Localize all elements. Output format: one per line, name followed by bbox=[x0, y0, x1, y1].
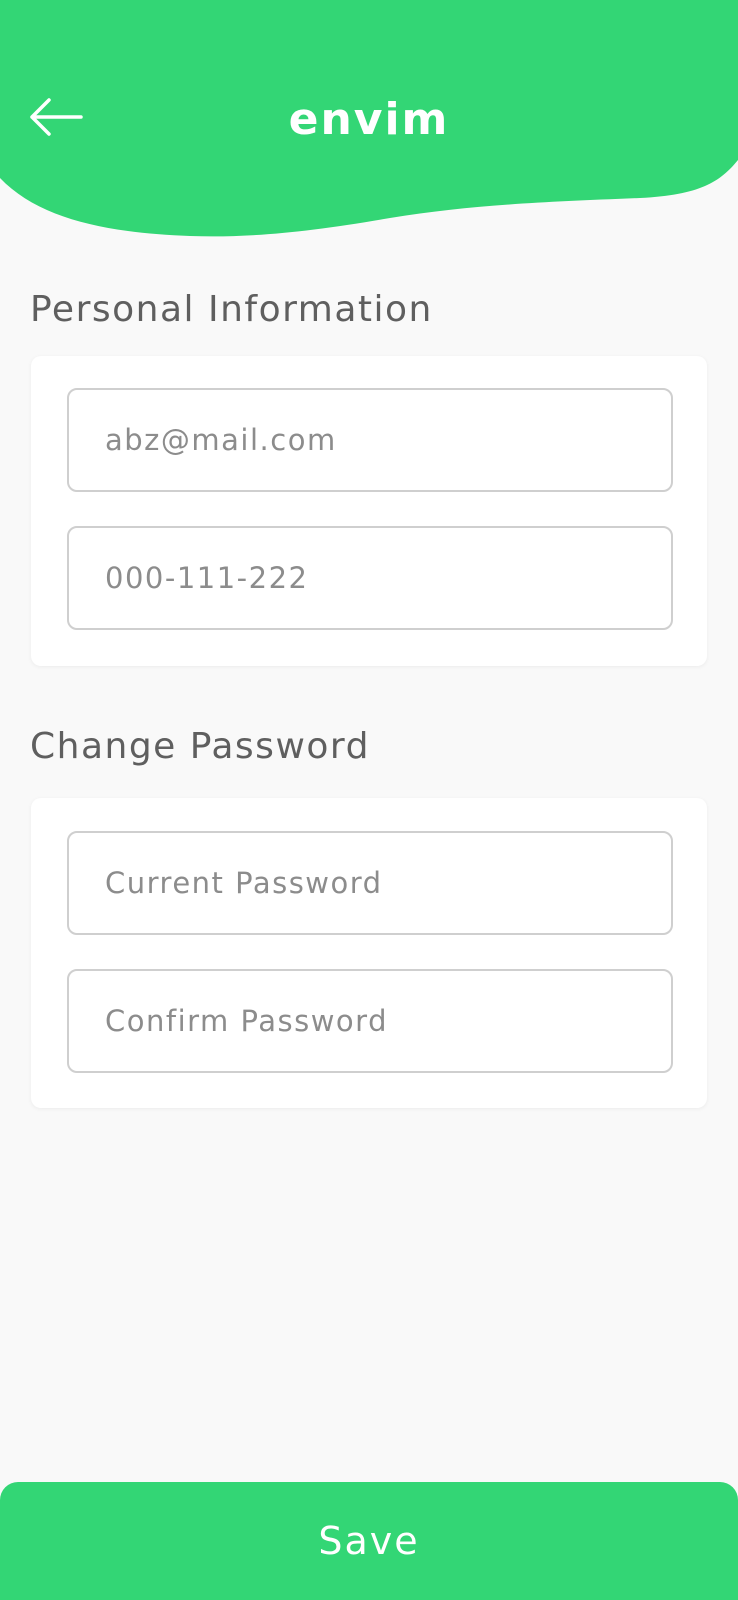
email-field[interactable] bbox=[67, 388, 673, 492]
personal-information-card bbox=[31, 356, 707, 666]
app-title: envim bbox=[288, 94, 450, 145]
change-password-heading: Change Password bbox=[30, 726, 370, 767]
phone-field[interactable] bbox=[67, 526, 673, 630]
change-password-card bbox=[31, 798, 707, 1108]
header: envim bbox=[0, 0, 738, 240]
current-password-field[interactable] bbox=[67, 831, 673, 935]
personal-information-heading: Personal Information bbox=[30, 289, 433, 330]
confirm-password-field[interactable] bbox=[67, 969, 673, 1073]
edit-profile-screen: envim Personal Information Change Passwo… bbox=[0, 0, 738, 1600]
save-button[interactable]: Save bbox=[0, 1482, 738, 1600]
